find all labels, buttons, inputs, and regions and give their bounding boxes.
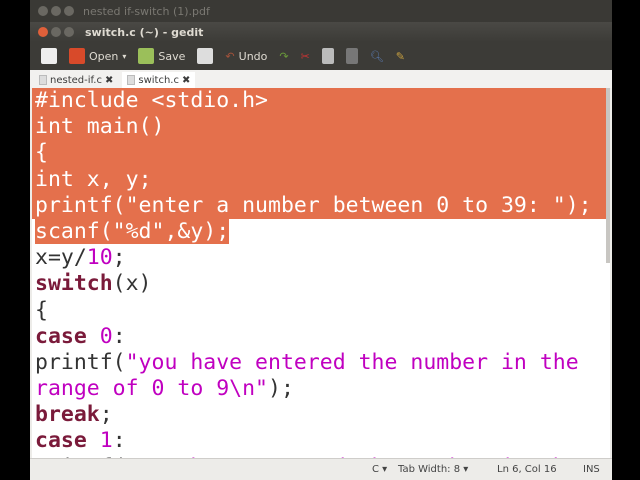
background-window-title: nested if-switch (1).pdf — [83, 4, 210, 18]
save-icon — [138, 48, 155, 64]
code-token: x=y/ — [35, 245, 87, 271]
file-icon — [39, 75, 47, 85]
code-token: "you have entered the number in the — [125, 349, 579, 375]
code-line: range of 0 to 9\n"); — [32, 376, 610, 402]
tab-label: nested-if.c — [50, 74, 102, 86]
tab-width-label: Tab Width: 8 — [398, 464, 461, 475]
window-title: switch.c (~) - gedit — [85, 25, 204, 39]
search-icon: 🔍︎ — [369, 49, 384, 63]
code-line: case 0: — [32, 324, 610, 350]
open-label: Open — [89, 49, 119, 63]
code-token: { — [35, 140, 48, 166]
tab-width-selector[interactable]: Tab Width: 8 ▾ — [398, 464, 468, 475]
replace-button[interactable]: ✎ — [393, 50, 408, 63]
save-label: Save — [158, 49, 186, 63]
code-line: #include <stdio.h> — [32, 88, 610, 115]
code-token: 10 — [86, 245, 113, 271]
close-icon[interactable] — [38, 6, 48, 16]
tab-nested-if[interactable]: nested-if.c ✖ — [34, 72, 118, 88]
new-button[interactable] — [38, 48, 60, 64]
status-bar: C ▾ Tab Width: 8 ▾ Ln 6, Col 16 INS — [30, 458, 612, 480]
code-token: int — [35, 166, 74, 192]
code-token: (x) — [112, 271, 152, 297]
toolbar: Open ▾ Save ↶ Undo ↷ ✂ 🔍︎ ✎ — [30, 42, 612, 70]
code-token: printf("enter a number between 0 to 39: … — [35, 192, 592, 218]
copy-button[interactable] — [319, 48, 337, 64]
open-button[interactable]: Open ▾ — [66, 48, 129, 64]
cut-button[interactable]: ✂ — [298, 50, 313, 63]
code-line: printf("you have entered the number in t… — [32, 350, 610, 376]
close-tab-icon[interactable]: ✖ — [105, 75, 113, 86]
file-icon — [127, 75, 136, 85]
code-token: main() — [73, 114, 165, 140]
code-token: ); — [268, 376, 294, 402]
maximize-icon[interactable] — [64, 6, 74, 16]
code-line: switch(x) — [32, 271, 610, 297]
language-selector[interactable]: C ▾ — [372, 464, 387, 475]
code-token: break — [35, 402, 100, 428]
new-document-icon — [41, 48, 57, 64]
code-token: case — [35, 323, 87, 349]
close-tab-icon[interactable]: ✖ — [182, 75, 190, 86]
find-button[interactable]: 🔍︎ — [367, 50, 387, 63]
code-token: scanf("%d",&y); — [35, 218, 230, 244]
code-token: range of 0 to 9\n" — [35, 376, 268, 402]
code-token: case — [35, 428, 87, 454]
folder-icon — [69, 48, 85, 64]
gedit-window: switch.c (~) - gedit Open ▾ Save ↶ Undo ↷ … — [30, 22, 612, 480]
code-token: { — [35, 297, 48, 323]
code-line: { — [32, 298, 610, 324]
undo-label: Undo — [238, 49, 268, 63]
tab-label: switch.c — [138, 74, 179, 86]
language-label: C — [372, 464, 379, 475]
code-token: 0 — [99, 323, 113, 349]
code-token: x, y; — [73, 166, 152, 192]
minimize-icon[interactable] — [51, 6, 61, 16]
paste-icon — [345, 48, 358, 64]
background-window-titlebar: nested if-switch (1).pdf — [30, 0, 612, 22]
redo-icon: ↷ — [279, 49, 289, 63]
cursor-position: Ln 6, Col 16 — [497, 464, 557, 475]
replace-icon: ✎ — [395, 49, 406, 63]
code-line: case 1: — [32, 428, 610, 454]
print-button[interactable] — [194, 48, 216, 64]
code-line: printf("enter a number between 0 to 39: … — [32, 192, 610, 219]
minimize-icon[interactable] — [51, 27, 61, 37]
code-line: int main() — [32, 114, 610, 141]
code-line: { — [32, 140, 610, 167]
code-token: : — [112, 428, 126, 454]
print-icon — [197, 48, 214, 64]
code-line: scanf("%d",&y); — [32, 218, 610, 245]
code-token: printf( — [35, 349, 126, 375]
titlebar: switch.c (~) - gedit — [30, 22, 612, 42]
close-icon[interactable] — [38, 27, 48, 37]
tab-switch[interactable]: switch.c ✖ — [122, 72, 196, 88]
code-token: ; — [99, 402, 113, 428]
cut-icon: ✂ — [300, 49, 310, 63]
maximize-icon[interactable] — [64, 27, 74, 37]
code-token: : — [112, 323, 126, 349]
code-line: x=y/10; — [32, 245, 610, 271]
code-line: break; — [32, 402, 610, 428]
undo-button[interactable]: ↶ Undo — [222, 50, 270, 63]
paste-button[interactable] — [343, 48, 361, 64]
scrollbar[interactable] — [606, 88, 610, 263]
code-token: 1 — [99, 428, 113, 454]
code-token: switch — [35, 271, 113, 297]
redo-button[interactable]: ↷ — [276, 50, 291, 63]
chevron-down-icon[interactable]: ▾ — [122, 52, 126, 61]
tab-bar: nested-if.c ✖ switch.c ✖ — [30, 70, 612, 88]
copy-icon — [321, 48, 334, 64]
code-token: #include <stdio.h> — [35, 88, 268, 113]
save-button[interactable]: Save — [135, 48, 188, 64]
insert-mode: INS — [583, 464, 600, 475]
code-line: int x, y; — [32, 166, 610, 193]
code-token: int — [35, 114, 74, 140]
undo-icon: ↶ — [225, 49, 235, 63]
code-editor[interactable]: #include <stdio.h> int main(){int x, y; pr… — [32, 88, 610, 458]
code-token: ; — [112, 245, 126, 271]
